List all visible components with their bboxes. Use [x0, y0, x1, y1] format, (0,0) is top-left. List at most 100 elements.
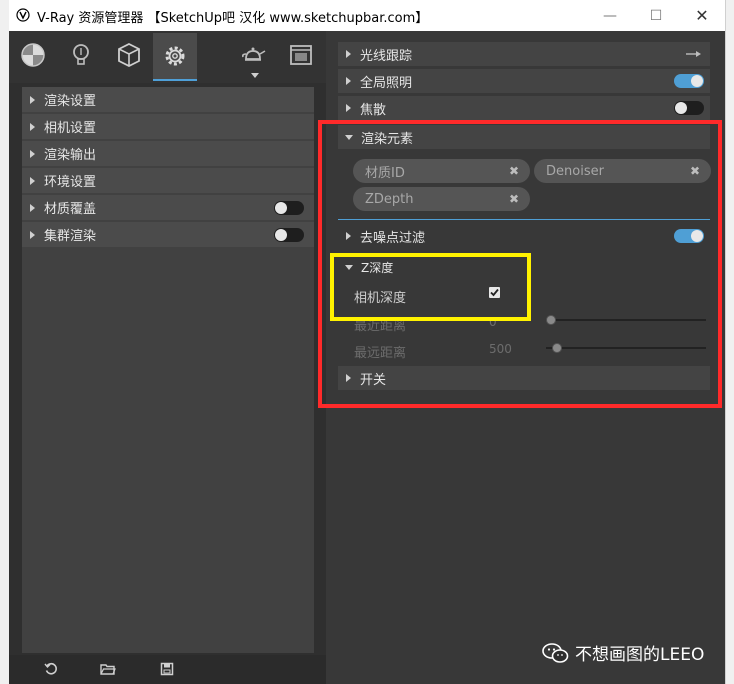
- maximize-icon: ☐: [649, 7, 663, 24]
- toggle-knob: [691, 75, 703, 87]
- lights-icon: [73, 44, 89, 65]
- title-bar[interactable]: V-Ray 资源管理器 【SketchUp吧 汉化 www.sketchupba…: [9, 0, 725, 31]
- right-background-strip: [725, 0, 734, 684]
- section-label: 光线跟踪: [360, 48, 413, 64]
- close-icon: ✕: [695, 6, 709, 25]
- far-distance-value[interactable]: 500: [489, 342, 512, 356]
- render-element-chip[interactable]: Denoiser ✖: [534, 159, 711, 183]
- section-label: 开关: [360, 372, 387, 388]
- watermark: 不想画图的LEEO: [541, 640, 704, 665]
- section-switch[interactable]: 开关: [338, 366, 710, 390]
- selection-divider: [338, 219, 710, 220]
- category-render-settings[interactable]: 渲染设置: [22, 87, 314, 112]
- near-distance-slider-handle[interactable]: [546, 315, 556, 325]
- category-toolbar: [9, 31, 326, 83]
- expand-arrow-icon: [346, 232, 351, 240]
- camera-depth-label: 相机深度: [354, 291, 407, 306]
- far-distance-label: 最远距离: [354, 346, 407, 361]
- frame-buffer-icon: [290, 45, 312, 65]
- expand-arrow-icon: [30, 230, 35, 239]
- materials-tab[interactable]: [11, 33, 55, 77]
- category-distributed-rendering[interactable]: 集群渲染: [22, 222, 314, 247]
- section-label: 焦散: [360, 102, 387, 118]
- far-distance-slider[interactable]: [546, 347, 706, 349]
- collapse-arrow-icon: [345, 264, 353, 270]
- arrow-right-icon: [686, 51, 701, 57]
- expand-arrow-icon: [30, 176, 35, 185]
- expand-arrow-icon: [30, 122, 35, 131]
- reset-button[interactable]: [41, 659, 61, 679]
- chevron-down-icon[interactable]: [251, 73, 259, 78]
- section-render-elements[interactable]: 渲染元素: [338, 125, 710, 149]
- toggle-knob: [691, 230, 703, 242]
- remove-icon[interactable]: ✖: [690, 164, 700, 178]
- near-distance-value[interactable]: 0: [489, 315, 497, 329]
- category-label: 集群渲染: [44, 229, 97, 244]
- expand-arrow-icon: [346, 374, 351, 382]
- lights-tab[interactable]: [59, 33, 103, 77]
- category-render-output[interactable]: 渲染输出: [22, 141, 314, 166]
- render-element-chip[interactable]: 材质ID ✖: [353, 159, 530, 183]
- category-label: 渲染设置: [44, 94, 97, 109]
- section-label: 渲染元素: [361, 131, 414, 147]
- toggle-knob: [675, 102, 687, 114]
- save-icon: [160, 662, 174, 676]
- watermark-text: 不想画图的LEEO: [575, 645, 705, 665]
- category-label: 相机设置: [44, 121, 97, 136]
- remove-icon[interactable]: ✖: [509, 164, 519, 178]
- far-distance-slider-handle[interactable]: [552, 343, 562, 353]
- frame-buffer-tab[interactable]: [279, 33, 323, 77]
- denoiser-toggle[interactable]: [674, 229, 704, 243]
- materials-icon: [21, 43, 45, 67]
- render-tab[interactable]: [231, 33, 275, 78]
- reset-icon: [44, 662, 57, 675]
- expand-arrow-icon: [346, 77, 351, 85]
- settings-tab[interactable]: [153, 33, 197, 81]
- chip-label: Denoiser: [546, 163, 604, 179]
- expand-arrow-icon: [30, 95, 35, 104]
- settings-icon: [165, 46, 185, 66]
- category-environment[interactable]: 环境设置: [22, 168, 314, 193]
- minimize-button[interactable]: —: [587, 0, 633, 31]
- section-zdepth[interactable]: Z深度: [338, 256, 710, 278]
- category-label: 环境设置: [44, 175, 97, 190]
- wechat-icon: [542, 642, 569, 663]
- gi-toggle[interactable]: [674, 74, 704, 88]
- maximize-button[interactable]: ☐: [633, 0, 679, 31]
- collapse-arrow-icon: [345, 134, 353, 140]
- expand-arrow-icon: [30, 149, 35, 158]
- settings-category-list: 渲染设置 相机设置 渲染输出 环境设置 材质覆盖 集群渲染: [22, 87, 314, 653]
- category-label: 渲染输出: [44, 148, 97, 163]
- close-button[interactable]: ✕: [679, 0, 725, 31]
- category-camera-settings[interactable]: 相机设置: [22, 114, 314, 139]
- vray-asset-editor-window: V-Ray 资源管理器 【SketchUp吧 汉化 www.sketchupba…: [9, 0, 725, 684]
- toggle-knob: [275, 229, 287, 241]
- camera-depth-checkbox[interactable]: [489, 287, 500, 298]
- caustics-toggle[interactable]: [674, 101, 704, 115]
- remove-icon[interactable]: ✖: [509, 192, 519, 206]
- window-title: V-Ray 资源管理器 【SketchUp吧 汉化 www.sketchupba…: [37, 11, 429, 26]
- chip-label: 材质ID: [365, 165, 405, 181]
- section-denoiser[interactable]: 去噪点过滤: [338, 224, 710, 248]
- section-global-illumination[interactable]: 全局照明: [338, 69, 710, 93]
- checkmark-icon: [490, 288, 499, 297]
- geometry-tab[interactable]: [107, 33, 151, 77]
- section-raytrace[interactable]: 光线跟踪: [338, 42, 710, 66]
- save-button[interactable]: [157, 659, 177, 679]
- near-distance-slider[interactable]: [546, 319, 706, 321]
- open-button[interactable]: [98, 659, 118, 679]
- section-caustics[interactable]: 焦散: [338, 96, 710, 120]
- bottom-toolbar: [9, 655, 326, 684]
- distributed-rendering-toggle[interactable]: [274, 228, 304, 242]
- render-element-chip[interactable]: ZDepth ✖: [353, 187, 530, 211]
- expand-arrow-icon: [30, 203, 35, 212]
- category-label: 材质覆盖: [44, 202, 97, 217]
- category-material-override[interactable]: 材质覆盖: [22, 195, 314, 220]
- section-label: Z深度: [361, 260, 394, 275]
- left-panel: 渲染设置 相机设置 渲染输出 环境设置 材质覆盖 集群渲染: [9, 31, 326, 684]
- vray-logo-icon: [16, 8, 30, 22]
- toggle-knob: [275, 202, 287, 214]
- expand-arrow-icon: [346, 104, 351, 112]
- chip-label: ZDepth: [365, 191, 414, 207]
- material-override-toggle[interactable]: [274, 201, 304, 215]
